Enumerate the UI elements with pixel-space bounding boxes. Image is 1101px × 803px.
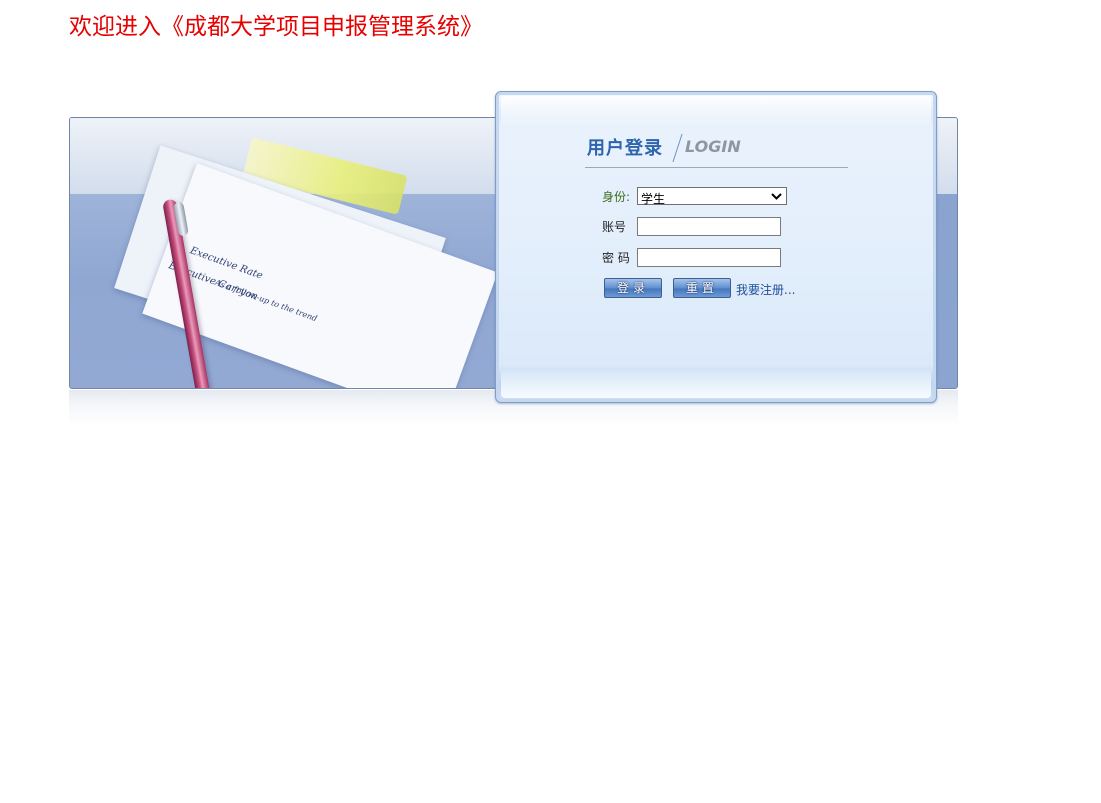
welcome-heading: 欢迎进入《成都大学项目申报管理系统》 (69, 14, 483, 40)
identity-label: 身份: (602, 190, 631, 204)
identity-select[interactable]: 学生 (637, 187, 787, 206)
panel-gloss (501, 96, 931, 126)
title-underline (585, 167, 848, 168)
login-button[interactable]: 登录 (604, 278, 662, 298)
identity-selected-value: 学生 (641, 192, 666, 206)
register-link[interactable]: 我要注册... (736, 281, 795, 298)
login-subtitle: LOGIN (685, 137, 741, 156)
title-divider (672, 134, 683, 162)
panel-footer (501, 370, 931, 398)
account-label: 账号 (602, 220, 627, 234)
login-title: 用户登录 (587, 138, 663, 159)
chevron-down-icon (771, 193, 782, 200)
reset-button[interactable]: 重置 (673, 278, 731, 298)
account-input[interactable] (637, 217, 781, 236)
password-label: 密 码 (602, 251, 630, 265)
password-input[interactable] (637, 248, 781, 267)
login-page: 欢迎进入《成都大学项目申报管理系统》 Executive Rate Execut… (0, 0, 1101, 803)
login-panel: 用户登录 LOGIN 身份: 学生 账号 密 码 登录 重置 我要注册... (495, 91, 937, 403)
